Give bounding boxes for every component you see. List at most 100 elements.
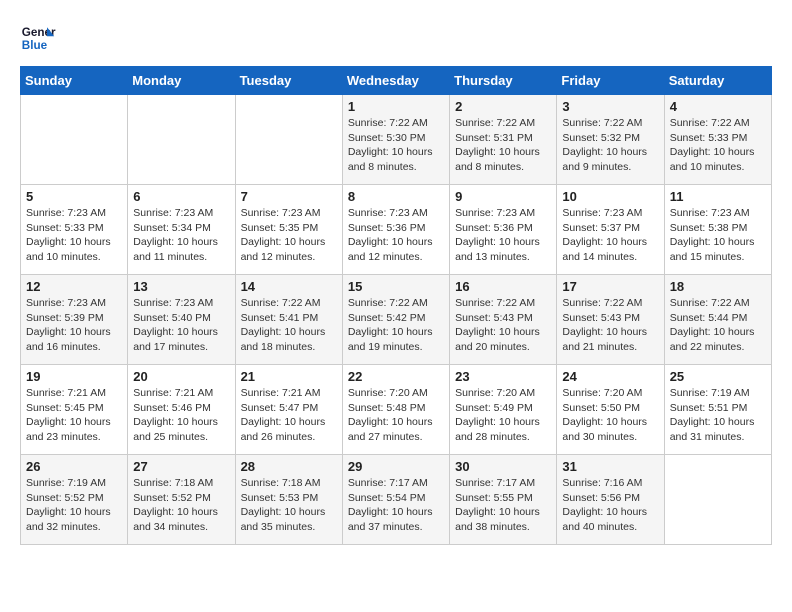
calendar-day-10: 10 Sunrise: 7:23 AM Sunset: 5:37 PM Dayli… <box>557 185 664 275</box>
day-info: Sunrise: 7:20 AM Sunset: 5:48 PM Dayligh… <box>348 386 444 445</box>
day-number: 15 <box>348 279 444 294</box>
calendar-header-row: SundayMondayTuesdayWednesdayThursdayFrid… <box>21 67 772 95</box>
day-number: 18 <box>670 279 766 294</box>
day-number: 8 <box>348 189 444 204</box>
svg-text:Blue: Blue <box>22 39 48 52</box>
day-info: Sunrise: 7:21 AM Sunset: 5:46 PM Dayligh… <box>133 386 229 445</box>
day-number: 22 <box>348 369 444 384</box>
calendar-day-3: 3 Sunrise: 7:22 AM Sunset: 5:32 PM Daylig… <box>557 95 664 185</box>
day-info: Sunrise: 7:22 AM Sunset: 5:31 PM Dayligh… <box>455 116 551 175</box>
logo: General Blue <box>20 20 60 56</box>
day-number: 2 <box>455 99 551 114</box>
day-info: Sunrise: 7:23 AM Sunset: 5:36 PM Dayligh… <box>455 206 551 265</box>
header-monday: Monday <box>128 67 235 95</box>
calendar-day-18: 18 Sunrise: 7:22 AM Sunset: 5:44 PM Dayli… <box>664 275 771 365</box>
day-number: 23 <box>455 369 551 384</box>
day-number: 28 <box>241 459 337 474</box>
calendar-day-14: 14 Sunrise: 7:22 AM Sunset: 5:41 PM Dayli… <box>235 275 342 365</box>
day-info: Sunrise: 7:23 AM Sunset: 5:36 PM Dayligh… <box>348 206 444 265</box>
day-info: Sunrise: 7:22 AM Sunset: 5:30 PM Dayligh… <box>348 116 444 175</box>
day-info: Sunrise: 7:22 AM Sunset: 5:41 PM Dayligh… <box>241 296 337 355</box>
day-number: 5 <box>26 189 122 204</box>
day-info: Sunrise: 7:18 AM Sunset: 5:53 PM Dayligh… <box>241 476 337 535</box>
day-info: Sunrise: 7:22 AM Sunset: 5:42 PM Dayligh… <box>348 296 444 355</box>
calendar-day-30: 30Sunrise: 7:17 AM Sunset: 5:55 PM Dayli… <box>450 455 557 545</box>
calendar-day-9: 9Sunrise: 7:23 AM Sunset: 5:36 PM Daylig… <box>450 185 557 275</box>
day-number: 6 <box>133 189 229 204</box>
day-info: Sunrise: 7:23 AM Sunset: 5:38 PM Dayligh… <box>670 206 766 265</box>
calendar-day-5: 5 Sunrise: 7:23 AM Sunset: 5:33 PM Daylig… <box>21 185 128 275</box>
calendar-day-15: 15 Sunrise: 7:22 AM Sunset: 5:42 PM Dayli… <box>342 275 449 365</box>
day-number: 27 <box>133 459 229 474</box>
calendar-day-19: 19Sunrise: 7:21 AM Sunset: 5:45 PM Dayli… <box>21 365 128 455</box>
calendar-day-25: 25 Sunrise: 7:19 AM Sunset: 5:51 PM Dayli… <box>664 365 771 455</box>
calendar-day-2: 2 Sunrise: 7:22 AM Sunset: 5:31 PM Daylig… <box>450 95 557 185</box>
calendar-day-13: 13Sunrise: 7:23 AM Sunset: 5:40 PM Dayli… <box>128 275 235 365</box>
calendar-week-row: 12 Sunrise: 7:23 AM Sunset: 5:39 PM Dayli… <box>21 275 772 365</box>
day-info: Sunrise: 7:23 AM Sunset: 5:33 PM Dayligh… <box>26 206 122 265</box>
day-info: Sunrise: 7:17 AM Sunset: 5:54 PM Dayligh… <box>348 476 444 535</box>
day-info: Sunrise: 7:23 AM Sunset: 5:40 PM Dayligh… <box>133 296 229 355</box>
header-saturday: Saturday <box>664 67 771 95</box>
calendar-week-row: 19Sunrise: 7:21 AM Sunset: 5:45 PM Dayli… <box>21 365 772 455</box>
calendar-day-16: 16 Sunrise: 7:22 AM Sunset: 5:43 PM Dayli… <box>450 275 557 365</box>
day-info: Sunrise: 7:23 AM Sunset: 5:37 PM Dayligh… <box>562 206 658 265</box>
day-info: Sunrise: 7:21 AM Sunset: 5:47 PM Dayligh… <box>241 386 337 445</box>
day-number: 4 <box>670 99 766 114</box>
day-info: Sunrise: 7:22 AM Sunset: 5:33 PM Dayligh… <box>670 116 766 175</box>
day-number: 11 <box>670 189 766 204</box>
calendar-empty-cell <box>21 95 128 185</box>
calendar-day-28: 28 Sunrise: 7:18 AM Sunset: 5:53 PM Dayli… <box>235 455 342 545</box>
calendar-table: SundayMondayTuesdayWednesdayThursdayFrid… <box>20 66 772 545</box>
day-number: 12 <box>26 279 122 294</box>
day-number: 20 <box>133 369 229 384</box>
calendar-day-27: 27 Sunrise: 7:18 AM Sunset: 5:52 PM Dayli… <box>128 455 235 545</box>
header-thursday: Thursday <box>450 67 557 95</box>
header-sunday: Sunday <box>21 67 128 95</box>
calendar-day-24: 24Sunrise: 7:20 AM Sunset: 5:50 PM Dayli… <box>557 365 664 455</box>
day-number: 31 <box>562 459 658 474</box>
day-info: Sunrise: 7:19 AM Sunset: 5:52 PM Dayligh… <box>26 476 122 535</box>
day-info: Sunrise: 7:19 AM Sunset: 5:51 PM Dayligh… <box>670 386 766 445</box>
calendar-day-29: 29 Sunrise: 7:17 AM Sunset: 5:54 PM Dayli… <box>342 455 449 545</box>
day-number: 1 <box>348 99 444 114</box>
day-info: Sunrise: 7:20 AM Sunset: 5:50 PM Dayligh… <box>562 386 658 445</box>
logo-icon: General Blue <box>20 20 56 56</box>
day-number: 3 <box>562 99 658 114</box>
calendar-day-11: 11 Sunrise: 7:23 AM Sunset: 5:38 PM Dayli… <box>664 185 771 275</box>
calendar-day-12: 12 Sunrise: 7:23 AM Sunset: 5:39 PM Dayli… <box>21 275 128 365</box>
day-info: Sunrise: 7:23 AM Sunset: 5:39 PM Dayligh… <box>26 296 122 355</box>
calendar-week-row: 26 Sunrise: 7:19 AM Sunset: 5:52 PM Dayli… <box>21 455 772 545</box>
calendar-empty-cell <box>664 455 771 545</box>
calendar-day-8: 8 Sunrise: 7:23 AM Sunset: 5:36 PM Daylig… <box>342 185 449 275</box>
calendar-empty-cell <box>235 95 342 185</box>
day-number: 25 <box>670 369 766 384</box>
header-wednesday: Wednesday <box>342 67 449 95</box>
day-number: 16 <box>455 279 551 294</box>
day-number: 29 <box>348 459 444 474</box>
day-number: 14 <box>241 279 337 294</box>
day-number: 30 <box>455 459 551 474</box>
calendar-day-21: 21Sunrise: 7:21 AM Sunset: 5:47 PM Dayli… <box>235 365 342 455</box>
day-info: Sunrise: 7:22 AM Sunset: 5:44 PM Dayligh… <box>670 296 766 355</box>
day-number: 26 <box>26 459 122 474</box>
calendar-day-7: 7Sunrise: 7:23 AM Sunset: 5:35 PM Daylig… <box>235 185 342 275</box>
calendar-day-31: 31Sunrise: 7:16 AM Sunset: 5:56 PM Dayli… <box>557 455 664 545</box>
day-info: Sunrise: 7:20 AM Sunset: 5:49 PM Dayligh… <box>455 386 551 445</box>
calendar-week-row: 1 Sunrise: 7:22 AM Sunset: 5:30 PM Daylig… <box>21 95 772 185</box>
calendar-day-1: 1 Sunrise: 7:22 AM Sunset: 5:30 PM Daylig… <box>342 95 449 185</box>
header-tuesday: Tuesday <box>235 67 342 95</box>
day-number: 17 <box>562 279 658 294</box>
page-header: General Blue <box>20 20 772 56</box>
calendar-day-6: 6 Sunrise: 7:23 AM Sunset: 5:34 PM Daylig… <box>128 185 235 275</box>
day-info: Sunrise: 7:22 AM Sunset: 5:43 PM Dayligh… <box>562 296 658 355</box>
calendar-day-17: 17 Sunrise: 7:22 AM Sunset: 5:43 PM Dayli… <box>557 275 664 365</box>
day-info: Sunrise: 7:22 AM Sunset: 5:32 PM Dayligh… <box>562 116 658 175</box>
day-info: Sunrise: 7:18 AM Sunset: 5:52 PM Dayligh… <box>133 476 229 535</box>
day-info: Sunrise: 7:23 AM Sunset: 5:34 PM Dayligh… <box>133 206 229 265</box>
calendar-day-26: 26 Sunrise: 7:19 AM Sunset: 5:52 PM Dayli… <box>21 455 128 545</box>
day-info: Sunrise: 7:22 AM Sunset: 5:43 PM Dayligh… <box>455 296 551 355</box>
day-number: 19 <box>26 369 122 384</box>
day-number: 10 <box>562 189 658 204</box>
day-number: 7 <box>241 189 337 204</box>
